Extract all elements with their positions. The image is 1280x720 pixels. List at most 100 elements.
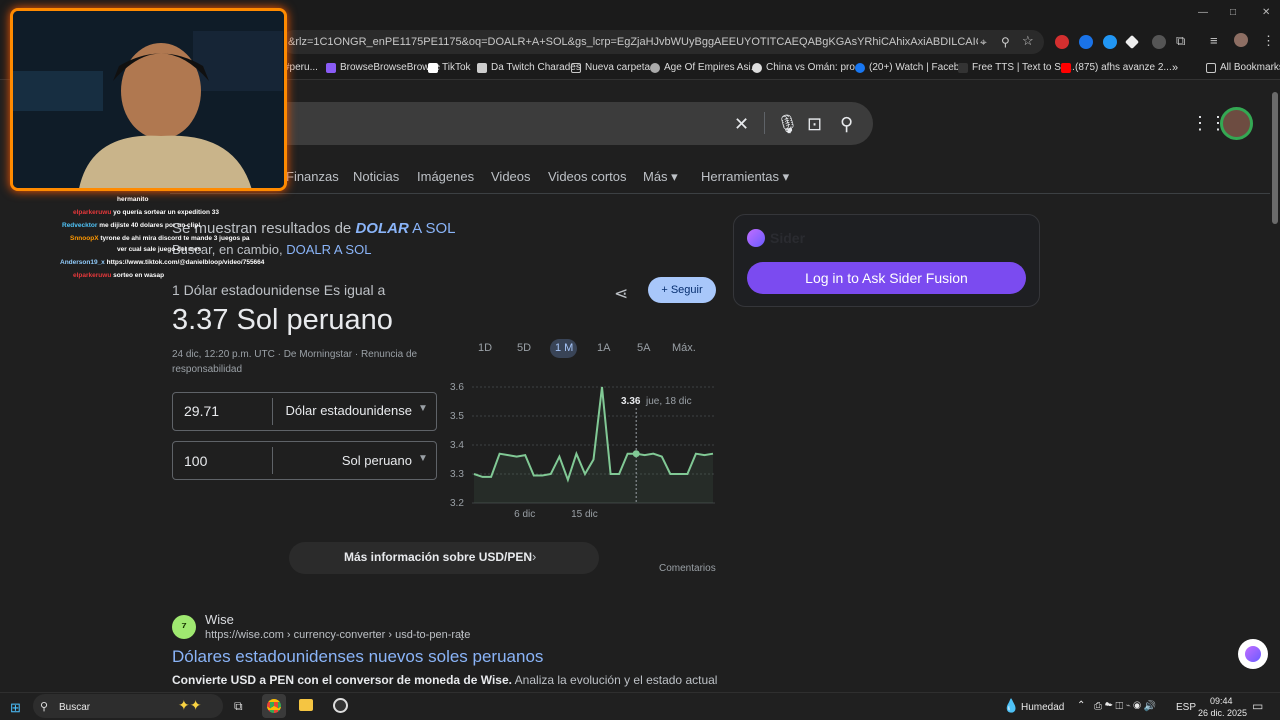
- bookmark-folder[interactable]: Nueva carpeta: [571, 62, 650, 73]
- webcam-overlay: [10, 8, 287, 191]
- result-menu-icon[interactable]: ⋮: [456, 628, 468, 642]
- extension-icon[interactable]: [1079, 35, 1093, 49]
- copilot-sparkle-icon: ✦✦: [178, 697, 202, 713]
- plus-icon: +: [661, 284, 668, 296]
- tab-videos-cortos[interactable]: Videos cortos: [548, 169, 627, 184]
- currency-subtitle: 1 Dólar estadounidense Es igual a: [172, 282, 386, 298]
- feedback-link[interactable]: Comentarios: [659, 563, 716, 574]
- bookmarks-overflow-icon[interactable]: »: [1172, 62, 1178, 74]
- tray-expand-icon[interactable]: ⌃: [1077, 700, 1085, 711]
- result-title-link[interactable]: Dólares estadounidenses nuevos soles per…: [172, 647, 543, 667]
- extension-icon[interactable]: [1055, 35, 1069, 49]
- notification-icon[interactable]: ▭: [1252, 699, 1263, 713]
- google-account-avatar[interactable]: [1220, 107, 1253, 140]
- exchange-rate-chart[interactable]: 3.6 3.5 3.4 3.3 3.2 6 dic 15 dic 3.36 jue, 18 di…: [440, 378, 720, 523]
- chat-message: SnnoopX tyrone de ahi mira discord te ma…: [70, 235, 250, 242]
- share-icon[interactable]: ⋖: [614, 284, 628, 304]
- obs-icon[interactable]: [333, 698, 348, 713]
- tab-herramientas[interactable]: Herramientas ▾: [701, 169, 789, 185]
- chat-message: hermanito: [117, 196, 149, 203]
- url-text[interactable]: &rlz=1C1ONGR_enPE1175PE1175&oq=DOALR+A+S…: [288, 36, 978, 48]
- bookmark-item[interactable]: #peru...: [284, 62, 318, 73]
- conversion-result: 3.37 Sol peruano: [172, 304, 393, 336]
- y-tick-label: 3.2: [450, 498, 464, 509]
- dropdown-arrow-icon[interactable]: ▼: [418, 403, 428, 414]
- tab-imagenes[interactable]: Imágenes: [417, 169, 474, 184]
- windows-start-icon[interactable]: ⊞: [10, 700, 21, 716]
- weather-label[interactable]: Humedad: [1021, 702, 1064, 713]
- dropdown-arrow-icon[interactable]: ▼: [418, 453, 428, 464]
- tab-noticias[interactable]: Noticias: [353, 169, 399, 184]
- zoom-icon[interactable]: ⚲: [1001, 35, 1010, 49]
- scrollbar-thumb[interactable]: [1272, 92, 1278, 224]
- profile-avatar[interactable]: [1234, 33, 1248, 47]
- bookmark-item[interactable]: (20+) Watch | Faceb...: [855, 62, 968, 73]
- range-1a[interactable]: 1A: [597, 342, 610, 354]
- range-5a[interactable]: 5A: [637, 342, 650, 354]
- reading-list-icon[interactable]: ≡: [1210, 33, 1218, 48]
- bookmark-item[interactable]: (875) afhs avanze 2...: [1061, 62, 1172, 73]
- chat-message: elparkeruwu yo quería sortear un expedit…: [73, 209, 219, 216]
- chevron-right-icon[interactable]: ›: [532, 549, 536, 564]
- clock-time[interactable]: 09:44: [1210, 696, 1233, 706]
- result-site-name[interactable]: Wise: [205, 612, 234, 627]
- all-bookmarks[interactable]: All Bookmarks: [1206, 62, 1280, 73]
- wise-favicon-icon: ⁷: [172, 615, 196, 639]
- corrected-query[interactable]: DOLAR: [355, 220, 408, 237]
- hover-point: [632, 450, 640, 458]
- location-icon[interactable]: ⌖: [980, 35, 987, 50]
- search-icon[interactable]: ⚲: [840, 114, 853, 135]
- webcam-feed: [13, 11, 284, 188]
- folder-icon: [1206, 62, 1216, 73]
- chrome-icon: [267, 699, 281, 713]
- y-tick-label: 3.3: [450, 469, 464, 480]
- clear-search-icon[interactable]: ✕: [734, 114, 749, 135]
- bookmark-item[interactable]: BrowseBrowseBrowse: [326, 62, 440, 73]
- bookmark-item[interactable]: TikTok: [428, 62, 471, 73]
- task-view-icon[interactable]: ⧉: [234, 699, 243, 714]
- bookmark-favicon-icon: [326, 62, 336, 73]
- file-explorer-icon[interactable]: [299, 699, 313, 711]
- from-currency-select[interactable]: Dólar estadounidense: [280, 403, 412, 418]
- range-1d[interactable]: 1D: [478, 342, 492, 354]
- bookmark-star-icon[interactable]: ☆: [1022, 33, 1034, 49]
- maximize-button[interactable]: □: [1230, 7, 1236, 18]
- tab-finanzas[interactable]: Finanzas: [286, 169, 339, 184]
- chat-message: Anderson19_x https://www.tiktok.com/@dan…: [60, 259, 265, 266]
- result-url[interactable]: https://wise.com › currency-converter › …: [205, 629, 470, 641]
- menu-dots-icon[interactable]: ⋮: [1262, 33, 1275, 49]
- range-max[interactable]: Máx.: [672, 342, 696, 354]
- bookmark-item[interactable]: Free TTS | Text to Sp...: [958, 62, 1075, 73]
- bookmark-item[interactable]: Da Twitch Charades: [477, 62, 581, 73]
- from-amount-input[interactable]: 29.71: [184, 403, 219, 419]
- tab-videos[interactable]: Videos: [491, 169, 531, 184]
- tray-icons[interactable]: ⎙ ☁ ◫ ⌁ ◉ 🔊: [1094, 701, 1156, 712]
- bookmark-item[interactable]: Age Of Empires Asi...: [650, 62, 759, 73]
- extension-icon[interactable]: [1152, 35, 1166, 49]
- language-indicator[interactable]: ESP: [1176, 702, 1196, 713]
- y-tick-label: 3.4: [450, 440, 464, 451]
- bookmark-item[interactable]: China vs Omán: pro...: [752, 62, 863, 73]
- microphone-icon[interactable]: 🎙: [776, 114, 799, 135]
- more-info-label[interactable]: Más información sobre USD/PEN: [344, 550, 532, 564]
- follow-button[interactable]: + Seguir: [648, 277, 716, 303]
- tab-mas[interactable]: Más ▾: [643, 169, 678, 185]
- divider: [764, 112, 765, 134]
- minimize-button[interactable]: —: [1198, 7, 1208, 18]
- clock-date[interactable]: 26 dic. 2025: [1198, 708, 1247, 718]
- result-snippet: Convierte USD a PEN con el conversor de …: [172, 673, 718, 687]
- weather-drop-icon: 💧: [1003, 698, 1020, 713]
- sider-login-button[interactable]: Log in to Ask Sider Fusion: [747, 262, 1026, 294]
- x-tick-label: 15 dic: [571, 509, 598, 520]
- to-currency-select[interactable]: Sol peruano: [280, 453, 412, 468]
- to-amount-input[interactable]: 100: [184, 453, 207, 469]
- range-1m[interactable]: 1 M: [555, 342, 573, 354]
- extensions-puzzle-icon[interactable]: ⧉: [1176, 33, 1185, 49]
- range-5d[interactable]: 5D: [517, 342, 531, 354]
- close-window-button[interactable]: ✕: [1262, 7, 1270, 18]
- lens-icon[interactable]: ⊡: [807, 114, 822, 135]
- disclaimer-link[interactable]: responsabilidad: [172, 364, 242, 375]
- original-query-link[interactable]: DOALR A SOL: [286, 242, 371, 257]
- facebook-icon: [855, 62, 865, 73]
- extension-icon[interactable]: [1103, 35, 1117, 49]
